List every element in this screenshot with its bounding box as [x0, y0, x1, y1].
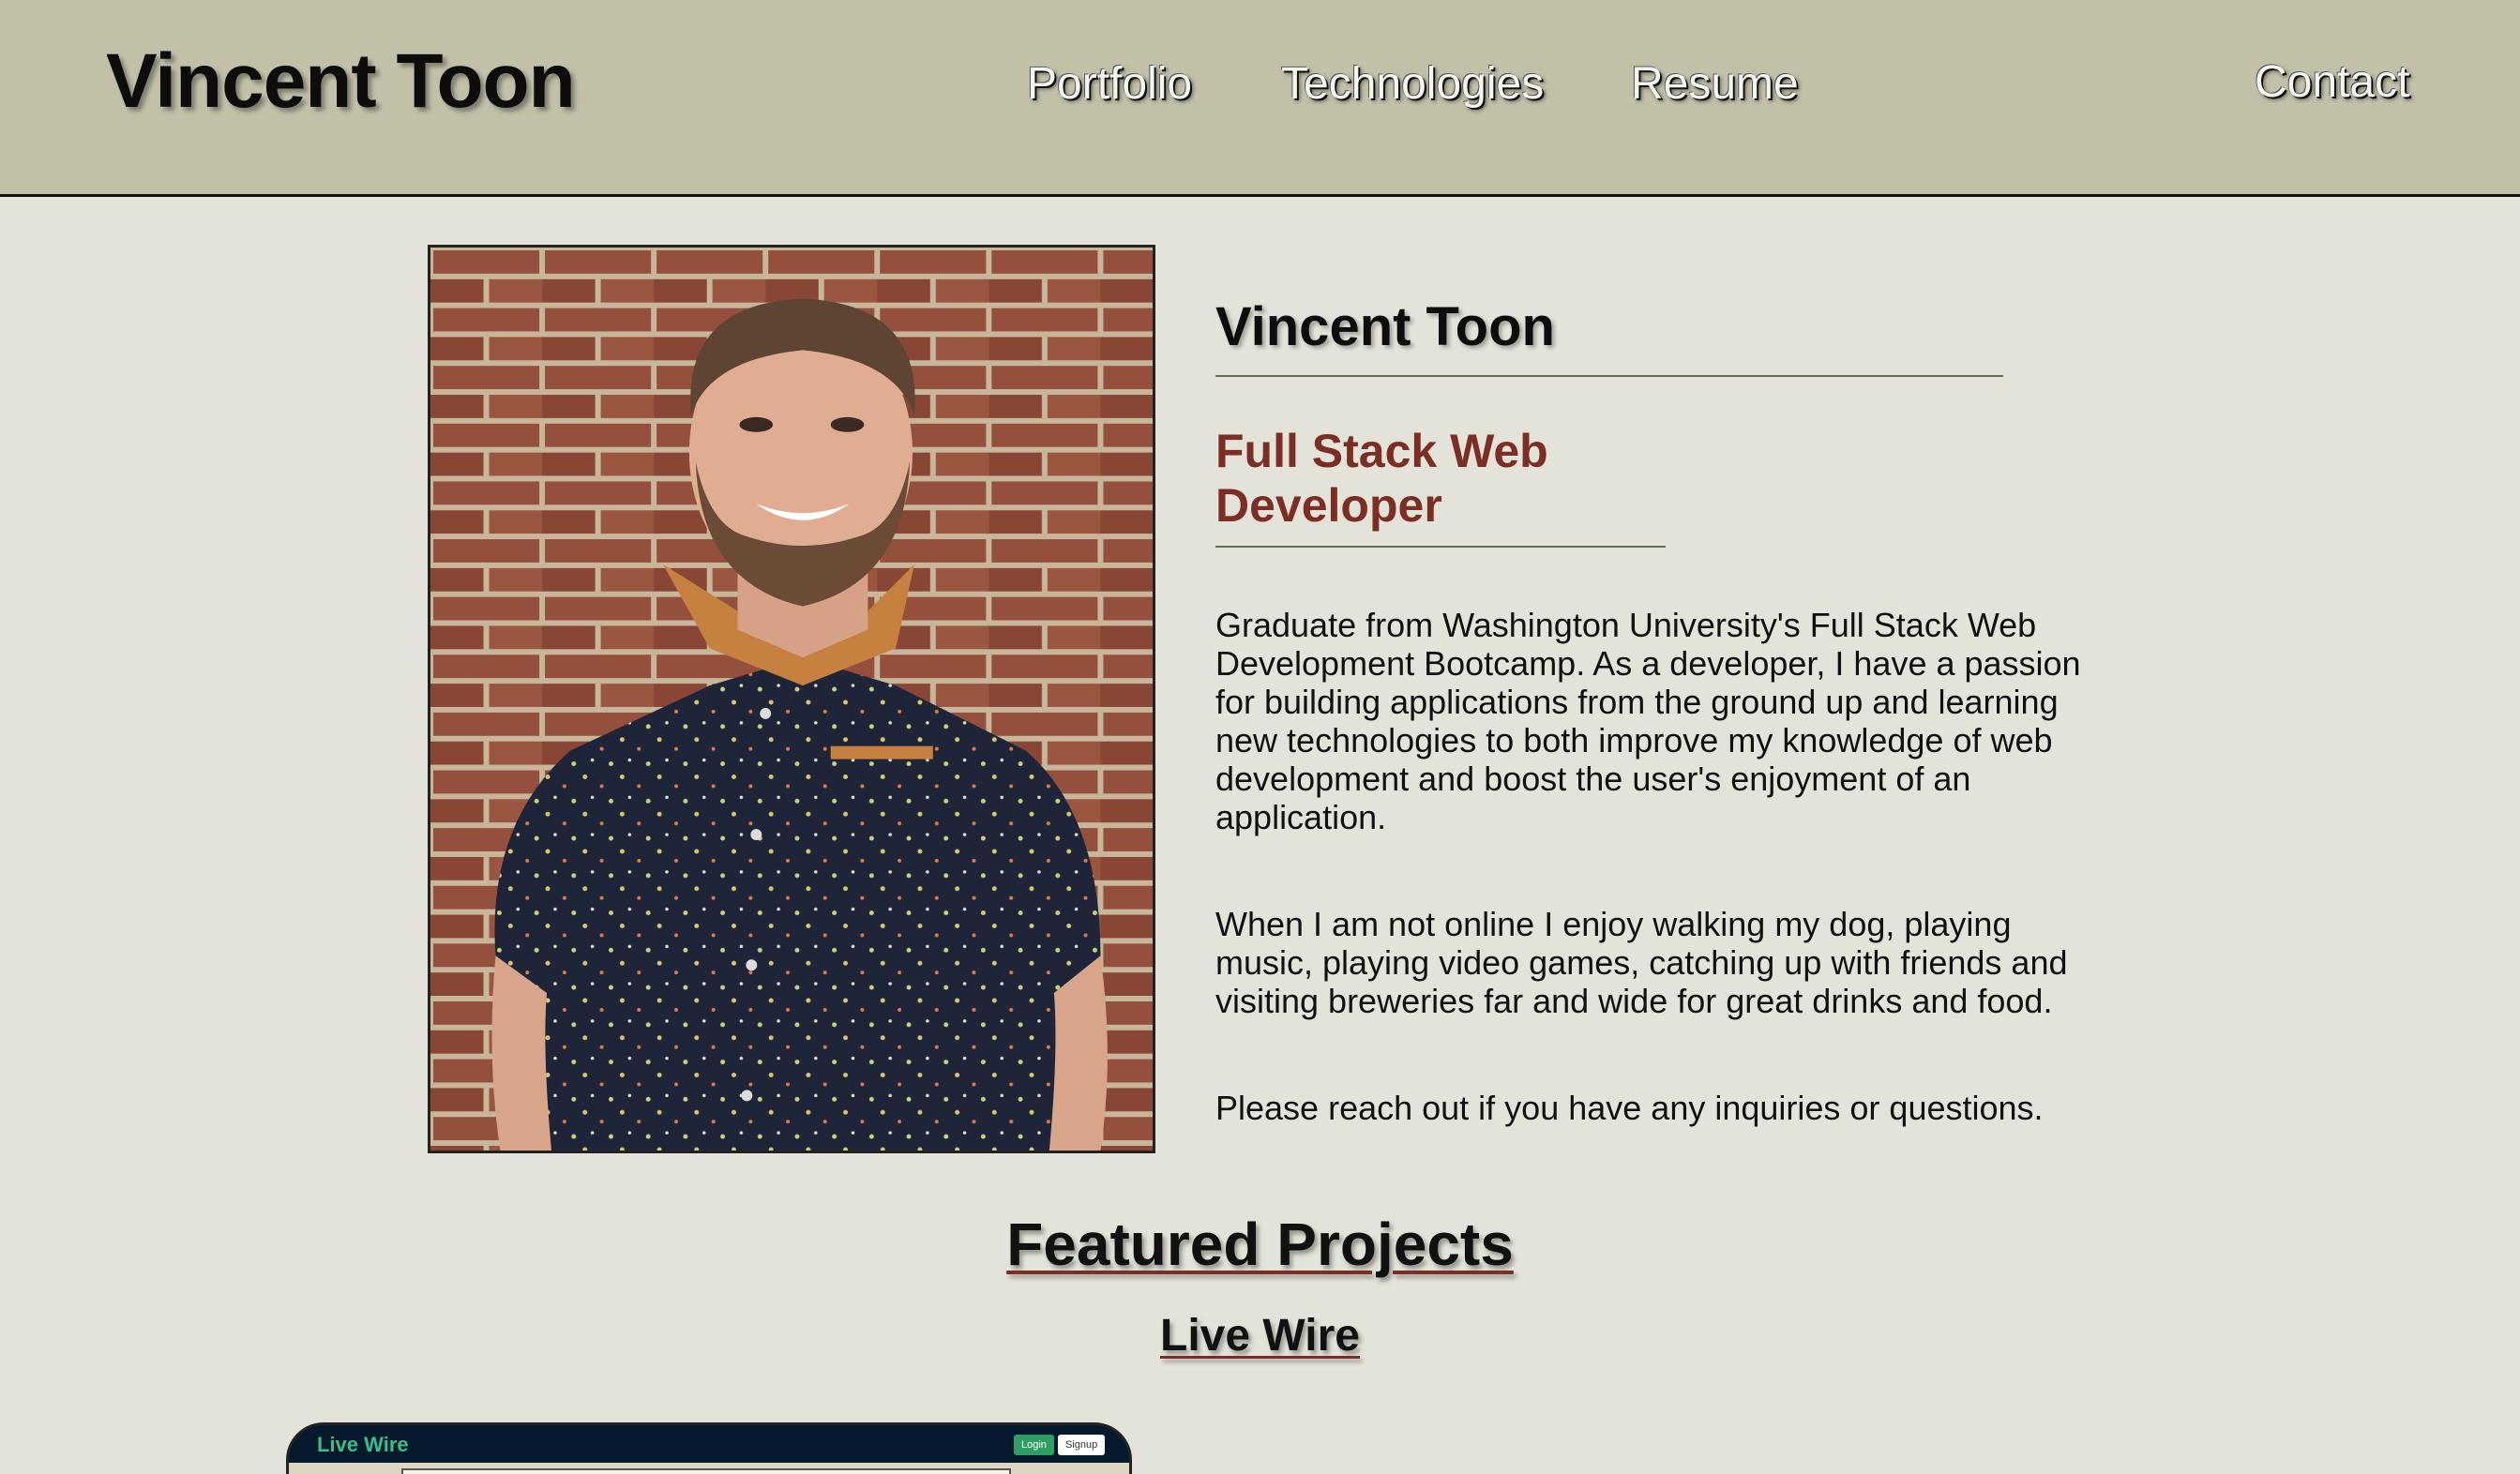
thumbnail-login-button: Login: [1014, 1435, 1054, 1455]
bio-paragraph: Graduate from Washington University's Fu…: [1215, 606, 2081, 836]
nav-technologies[interactable]: Technologies: [1281, 58, 1544, 110]
site-brand[interactable]: Vincent Toon: [106, 38, 576, 126]
featured-projects-heading: Featured Projects: [1006, 1211, 1514, 1278]
bio-paragraph: Please reach out if you have any inquiri…: [1215, 1089, 2044, 1127]
project-title-live-wire[interactable]: Live Wire: [0, 1310, 2520, 1361]
site-header: Vincent Toon Portfolio Technologies Resu…: [0, 0, 2520, 197]
nav-resume[interactable]: Resume: [1631, 58, 1799, 110]
nav-portfolio[interactable]: Portfolio: [1027, 58, 1192, 110]
thumbnail-app-title: Live Wire: [317, 1433, 409, 1456]
thumbnail-signup-button: Signup: [1058, 1435, 1106, 1455]
bio-section: Vincent Toon Full Stack Web Developer Gr…: [1215, 295, 2116, 1127]
nav-contact[interactable]: Contact: [2255, 56, 2409, 108]
bio-name: Vincent Toon: [1215, 295, 2003, 377]
bio-role: Full Stack Web Developer: [1215, 424, 1666, 548]
project-thumbnail-live-wire[interactable]: Live Wire Login Signup: [286, 1422, 1132, 1474]
profile-photo: [428, 245, 1155, 1153]
bio-paragraph: When I am not online I enjoy walking my …: [1215, 905, 2068, 1020]
thumbnail-input: [401, 1468, 1011, 1474]
